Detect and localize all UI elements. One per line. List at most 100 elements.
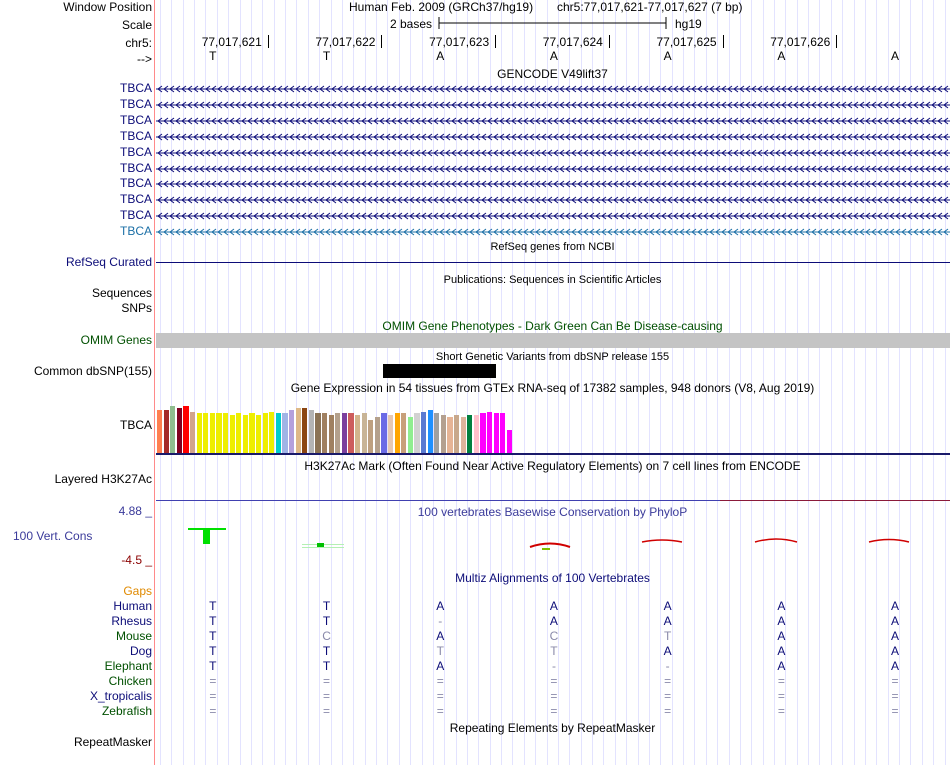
gencode-transcript-feature[interactable]: [156, 85, 950, 93]
gtex-tissue-bar[interactable]: [289, 410, 295, 453]
gtex-tissue-bar[interactable]: [308, 410, 314, 453]
gtex-tissue-bar[interactable]: [487, 412, 493, 453]
gtex-tissue-bar[interactable]: [434, 413, 440, 453]
gtex-tissue-bar[interactable]: [440, 415, 446, 453]
multiz-species-label[interactable]: Elephant: [0, 659, 152, 674]
gtex-tissue-bar[interactable]: [262, 413, 268, 453]
gtex-tissue-bar[interactable]: [401, 413, 407, 453]
gtex-tissue-bar[interactable]: [163, 410, 169, 453]
multiz-species-label[interactable]: X_tropicalis: [0, 689, 152, 704]
gtex-tissue-bar[interactable]: [229, 415, 235, 453]
gtex-tissue-bar[interactable]: [236, 413, 242, 453]
gtex-track-label[interactable]: TBCA: [0, 418, 152, 433]
multiz-species-label[interactable]: Dog: [0, 644, 152, 659]
gtex-tissue-bar[interactable]: [388, 415, 394, 453]
gtex-tissue-bar[interactable]: [269, 412, 275, 453]
gtex-tissue-bar[interactable]: [473, 415, 479, 453]
gencode-transcript-feature[interactable]: [156, 180, 950, 188]
gtex-tissue-bar[interactable]: [190, 412, 196, 453]
gtex-tissue-bar[interactable]: [454, 415, 460, 453]
gtex-tissue-bar[interactable]: [216, 413, 222, 453]
refseq-gene-line[interactable]: [156, 262, 950, 263]
refseq-track-label[interactable]: RefSeq Curated: [0, 255, 152, 270]
gtex-tissue-bar[interactable]: [407, 417, 413, 453]
gencode-transcript-feature[interactable]: [156, 212, 950, 220]
sequences-track-label[interactable]: Sequences: [0, 286, 152, 301]
gtex-tissue-bar[interactable]: [500, 413, 506, 453]
gencode-transcript-label[interactable]: TBCA: [0, 113, 152, 128]
multiz-species-label[interactable]: Zebrafish: [0, 704, 152, 719]
gencode-transcript-feature[interactable]: [156, 165, 950, 173]
gtex-tissue-bar[interactable]: [242, 415, 248, 453]
gtex-tissue-bar[interactable]: [315, 413, 321, 453]
gtex-tissue-bar[interactable]: [421, 412, 427, 453]
multiz-species-label[interactable]: Human: [0, 599, 152, 614]
multiz-species-label[interactable]: Chicken: [0, 674, 152, 689]
multiz-base: =: [323, 689, 331, 703]
gtex-tissue-bar[interactable]: [249, 413, 255, 453]
gtex-tissue-bar[interactable]: [256, 415, 262, 453]
gtex-tissue-bar[interactable]: [467, 415, 473, 453]
gtex-tissue-bar[interactable]: [348, 413, 354, 453]
gtex-tissue-bar[interactable]: [506, 430, 512, 453]
gtex-tissue-bar[interactable]: [447, 417, 453, 453]
gtex-tissue-bar[interactable]: [209, 413, 215, 453]
gencode-transcript-label[interactable]: TBCA: [0, 192, 152, 207]
gtex-tissue-bar[interactable]: [223, 413, 229, 453]
gtex-tissue-bar[interactable]: [295, 408, 301, 453]
gtex-tissue-bar[interactable]: [282, 413, 288, 453]
gtex-tissue-bar[interactable]: [275, 413, 281, 453]
omim-gene-bar[interactable]: [156, 333, 950, 348]
gtex-tissue-bar[interactable]: [480, 413, 486, 453]
dbsnp-track-label[interactable]: Common dbSNP(155): [0, 364, 152, 379]
gtex-tissue-bar[interactable]: [322, 413, 328, 453]
gtex-tissue-bar[interactable]: [361, 413, 367, 453]
gencode-transcript-label[interactable]: TBCA: [0, 97, 152, 112]
dbsnp-variant-feature[interactable]: [383, 364, 496, 378]
gencode-transcript-feature[interactable]: [156, 133, 950, 141]
gencode-transcript-label[interactable]: TBCA: [0, 145, 152, 160]
gencode-transcript-label[interactable]: TBCA: [0, 81, 152, 96]
gtex-tissue-bar[interactable]: [183, 406, 189, 453]
gencode-transcript-feature[interactable]: [156, 228, 950, 236]
phylop-conservation-plot[interactable]: [156, 520, 950, 560]
phylop-track-label[interactable]: 100 Vert. Cons: [13, 529, 92, 544]
snps-track-label[interactable]: SNPs: [0, 301, 152, 316]
gtex-tissue-bar[interactable]: [157, 410, 163, 453]
gtex-tissue-bar[interactable]: [427, 410, 433, 453]
gtex-tissue-bar[interactable]: [381, 413, 387, 453]
gtex-tissue-bar[interactable]: [302, 408, 308, 453]
gtex-tissue-bar[interactable]: [368, 420, 374, 453]
multiz-base: =: [550, 704, 558, 718]
h3k27ac-track-label[interactable]: Layered H3K27Ac: [0, 472, 152, 487]
gencode-transcript-label[interactable]: TBCA: [0, 176, 152, 191]
multiz-base: A: [777, 644, 786, 658]
multiz-base: T: [209, 629, 217, 643]
gtex-tissue-bar[interactable]: [394, 413, 400, 453]
gencode-transcript-label[interactable]: TBCA: [0, 161, 152, 176]
gtex-tissue-bar[interactable]: [341, 413, 347, 453]
multiz-species-label[interactable]: Mouse: [0, 629, 152, 644]
gtex-tissue-bar[interactable]: [355, 415, 361, 453]
omim-track-label[interactable]: OMIM Genes: [0, 333, 152, 348]
gtex-tissue-bar[interactable]: [335, 413, 341, 453]
multiz-species-label[interactable]: Rhesus: [0, 614, 152, 629]
repeatmasker-track-label[interactable]: RepeatMasker: [0, 735, 152, 750]
gencode-transcript-feature[interactable]: [156, 117, 950, 125]
gtex-tissue-bar[interactable]: [170, 406, 176, 453]
gtex-tissue-bar[interactable]: [328, 415, 334, 453]
gencode-transcript-label[interactable]: TBCA: [0, 129, 152, 144]
gencode-transcript-feature[interactable]: [156, 149, 950, 157]
multiz-gaps-label[interactable]: Gaps: [0, 584, 152, 599]
gencode-transcript-feature[interactable]: [156, 101, 950, 109]
gencode-transcript-label[interactable]: TBCA: [0, 208, 152, 223]
gtex-tissue-bar[interactable]: [176, 408, 182, 453]
gtex-tissue-bar[interactable]: [460, 417, 466, 453]
gtex-tissue-bar[interactable]: [414, 413, 420, 453]
gencode-transcript-feature[interactable]: [156, 196, 950, 204]
gtex-tissue-bar[interactable]: [196, 413, 202, 453]
gtex-tissue-bar[interactable]: [493, 413, 499, 453]
gencode-transcript-label[interactable]: TBCA: [0, 224, 152, 239]
gtex-tissue-bar[interactable]: [374, 417, 380, 453]
gtex-tissue-bar[interactable]: [203, 413, 209, 453]
